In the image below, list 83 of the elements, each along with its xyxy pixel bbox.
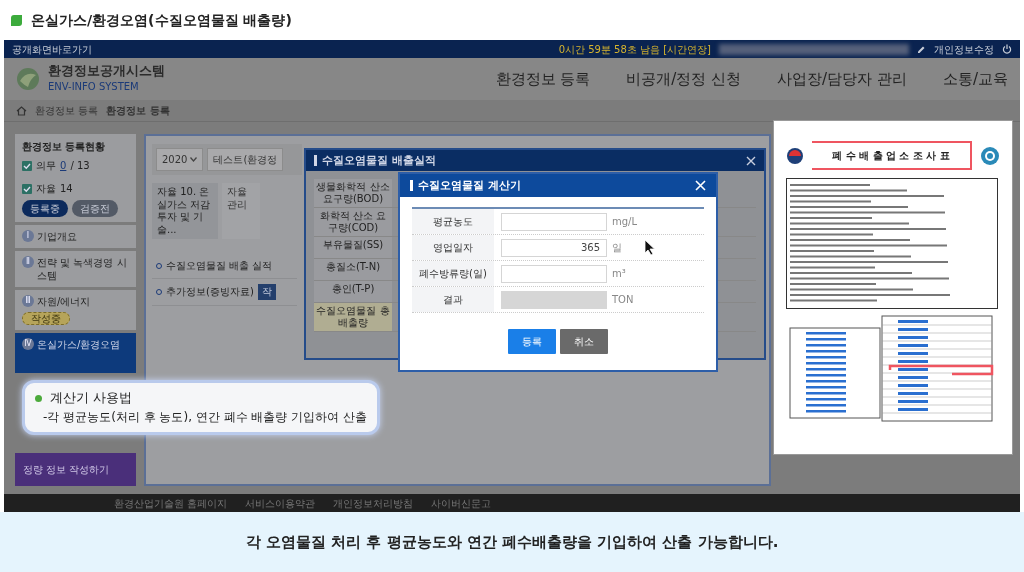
count-label: 자율 — [36, 182, 56, 196]
input-field[interactable] — [501, 264, 607, 283]
unit-label: m³ — [612, 267, 626, 281]
checkbox[interactable] — [22, 160, 32, 171]
section-numeral: Ⅳ — [22, 338, 34, 350]
document-title: 폐 수 배 출 업 소 조 사 표 — [812, 141, 972, 170]
tab[interactable]: 자율 관리 — [222, 183, 260, 239]
unit-label: mg/L — [612, 215, 638, 229]
status-pill: 등록중 — [22, 200, 68, 217]
dialog-title: 수질오염물질 계산기 — [410, 180, 521, 191]
count-total: / 13 — [70, 159, 90, 173]
breadcrumb-item[interactable]: 환경정보 등록 — [35, 103, 99, 118]
footer-link[interactable]: 환경산업기술원 홈페이지 — [114, 495, 228, 511]
logo-subtitle: ENV-INFO SYSTEM — [48, 79, 140, 94]
power-icon[interactable] — [1002, 44, 1012, 54]
footer-link[interactable]: 개인정보처리방침 — [333, 495, 414, 511]
write-button[interactable]: 정량 정보 작성하기 — [15, 453, 136, 486]
field-label: 결과 — [412, 287, 494, 312]
footer-link[interactable]: 서비스이용약관 — [245, 495, 316, 511]
tooltip-text: -각 평균농도(처리 후 농도), 연간 폐수 배출량 기입하여 산출 — [42, 408, 368, 426]
year-select[interactable]: 2020 — [156, 148, 204, 171]
globe-logo-icon — [16, 67, 40, 91]
page-title: 온실가스/환경오염(수질오염물질 배출량) — [31, 10, 292, 30]
home-icon[interactable] — [16, 105, 27, 116]
section-label: 자원/에너지 — [37, 295, 91, 308]
row-label: 화학적 산소 요구량(COD) — [314, 208, 392, 236]
write-button[interactable]: 작 — [257, 283, 276, 300]
logo-title[interactable]: 환경정보공개시스템 — [48, 64, 165, 79]
nav-menu-item[interactable]: 환경정보 등록 — [495, 67, 591, 91]
section-label: 온실가스/환경오염 — [37, 338, 121, 351]
row-label: 추가정보(증빙자료) — [166, 285, 254, 298]
leaf-icon — [10, 13, 23, 27]
sidebar-item[interactable]: Ⅰ 기업개요 — [15, 225, 136, 248]
session-timer[interactable]: 0시간 59분 58초 남음 [시간연장] — [558, 41, 711, 57]
profile-edit-link[interactable]: 개인정보수정 — [934, 41, 994, 57]
close-icon[interactable] — [746, 155, 756, 166]
field-label: 평균농도 — [412, 209, 494, 234]
row-label: 수질오염물질 총배출량 — [314, 303, 392, 331]
footer-link[interactable]: 사이버신문고 — [431, 495, 492, 511]
company-select[interactable]: 테스트(환경정 — [207, 148, 284, 171]
cancel-button[interactable]: 취소 — [560, 329, 608, 354]
field-label: 영업일자 — [412, 235, 494, 260]
field-label: 폐수방류량(일) — [412, 261, 494, 286]
dot-icon — [35, 394, 42, 402]
caption-text: 각 오염물질 처리 후 평균농도와 연간 폐수배출량을 기입하여 산출 가능합니다. — [0, 512, 1024, 572]
section-numeral: Ⅱ — [22, 256, 34, 268]
sidebar-item[interactable]: Ⅳ 온실가스/환경오염 — [15, 333, 136, 373]
dialog-title: 수질오염물질 배출실적 — [314, 155, 436, 166]
section-label: 전략 및 녹색경영 시스템 — [37, 256, 128, 282]
tab[interactable]: 자율 10. 온실가스 저감투자 및 기술... — [152, 183, 218, 239]
mouse-cursor-icon — [644, 239, 656, 256]
shortcut-link[interactable]: 공개화면바로가기 — [12, 41, 92, 57]
emblem-icon — [786, 146, 804, 165]
count-link[interactable]: 0 — [60, 158, 67, 173]
status-badge: 작성중 — [22, 312, 70, 325]
pencil-icon — [917, 44, 926, 54]
section-numeral: Ⅲ — [22, 295, 34, 307]
row-label: 총인(T-P) — [314, 281, 392, 302]
nav-menu-item[interactable]: 사업장/담당자 관리 — [777, 67, 907, 91]
unit-label: TON — [612, 293, 634, 307]
emblem-icon — [980, 145, 1000, 166]
row-label: 수질오염물질 배출 실적 — [166, 260, 273, 273]
row-label: 생물화학적 산소 요구량(BOD) — [314, 179, 392, 207]
nav-menu-item[interactable]: 소통/교육 — [942, 67, 1008, 91]
breadcrumb-item[interactable]: 환경정보 등록 — [106, 103, 170, 118]
input-field[interactable]: 365 — [501, 238, 607, 257]
section-label: 기업개요 — [37, 230, 77, 243]
row-label: 총질소(T-N) — [314, 259, 392, 280]
checkbox[interactable] — [22, 183, 32, 194]
section-numeral: Ⅰ — [22, 230, 34, 242]
status-title: 환경정보 등록현황 — [22, 140, 107, 154]
sidebar-item[interactable]: Ⅱ 전략 및 녹색경영 시스템 — [15, 251, 136, 287]
sidebar-item[interactable]: Ⅲ 자원/에너지 작성중 — [15, 290, 136, 330]
count-label: 의무 — [36, 159, 56, 173]
row-label: 부유물질(SS) — [314, 237, 392, 258]
tooltip-title: 계산기 사용법 — [50, 389, 132, 407]
input-field[interactable] — [501, 212, 607, 231]
nav-menu-item[interactable]: 비공개/정정 신청 — [626, 67, 742, 91]
status-pill: 검증전 — [72, 200, 118, 217]
register-button[interactable]: 등록 — [508, 329, 556, 354]
unit-label: 일 — [612, 241, 622, 255]
caret-icon — [190, 157, 198, 162]
count-value: 14 — [60, 182, 73, 196]
